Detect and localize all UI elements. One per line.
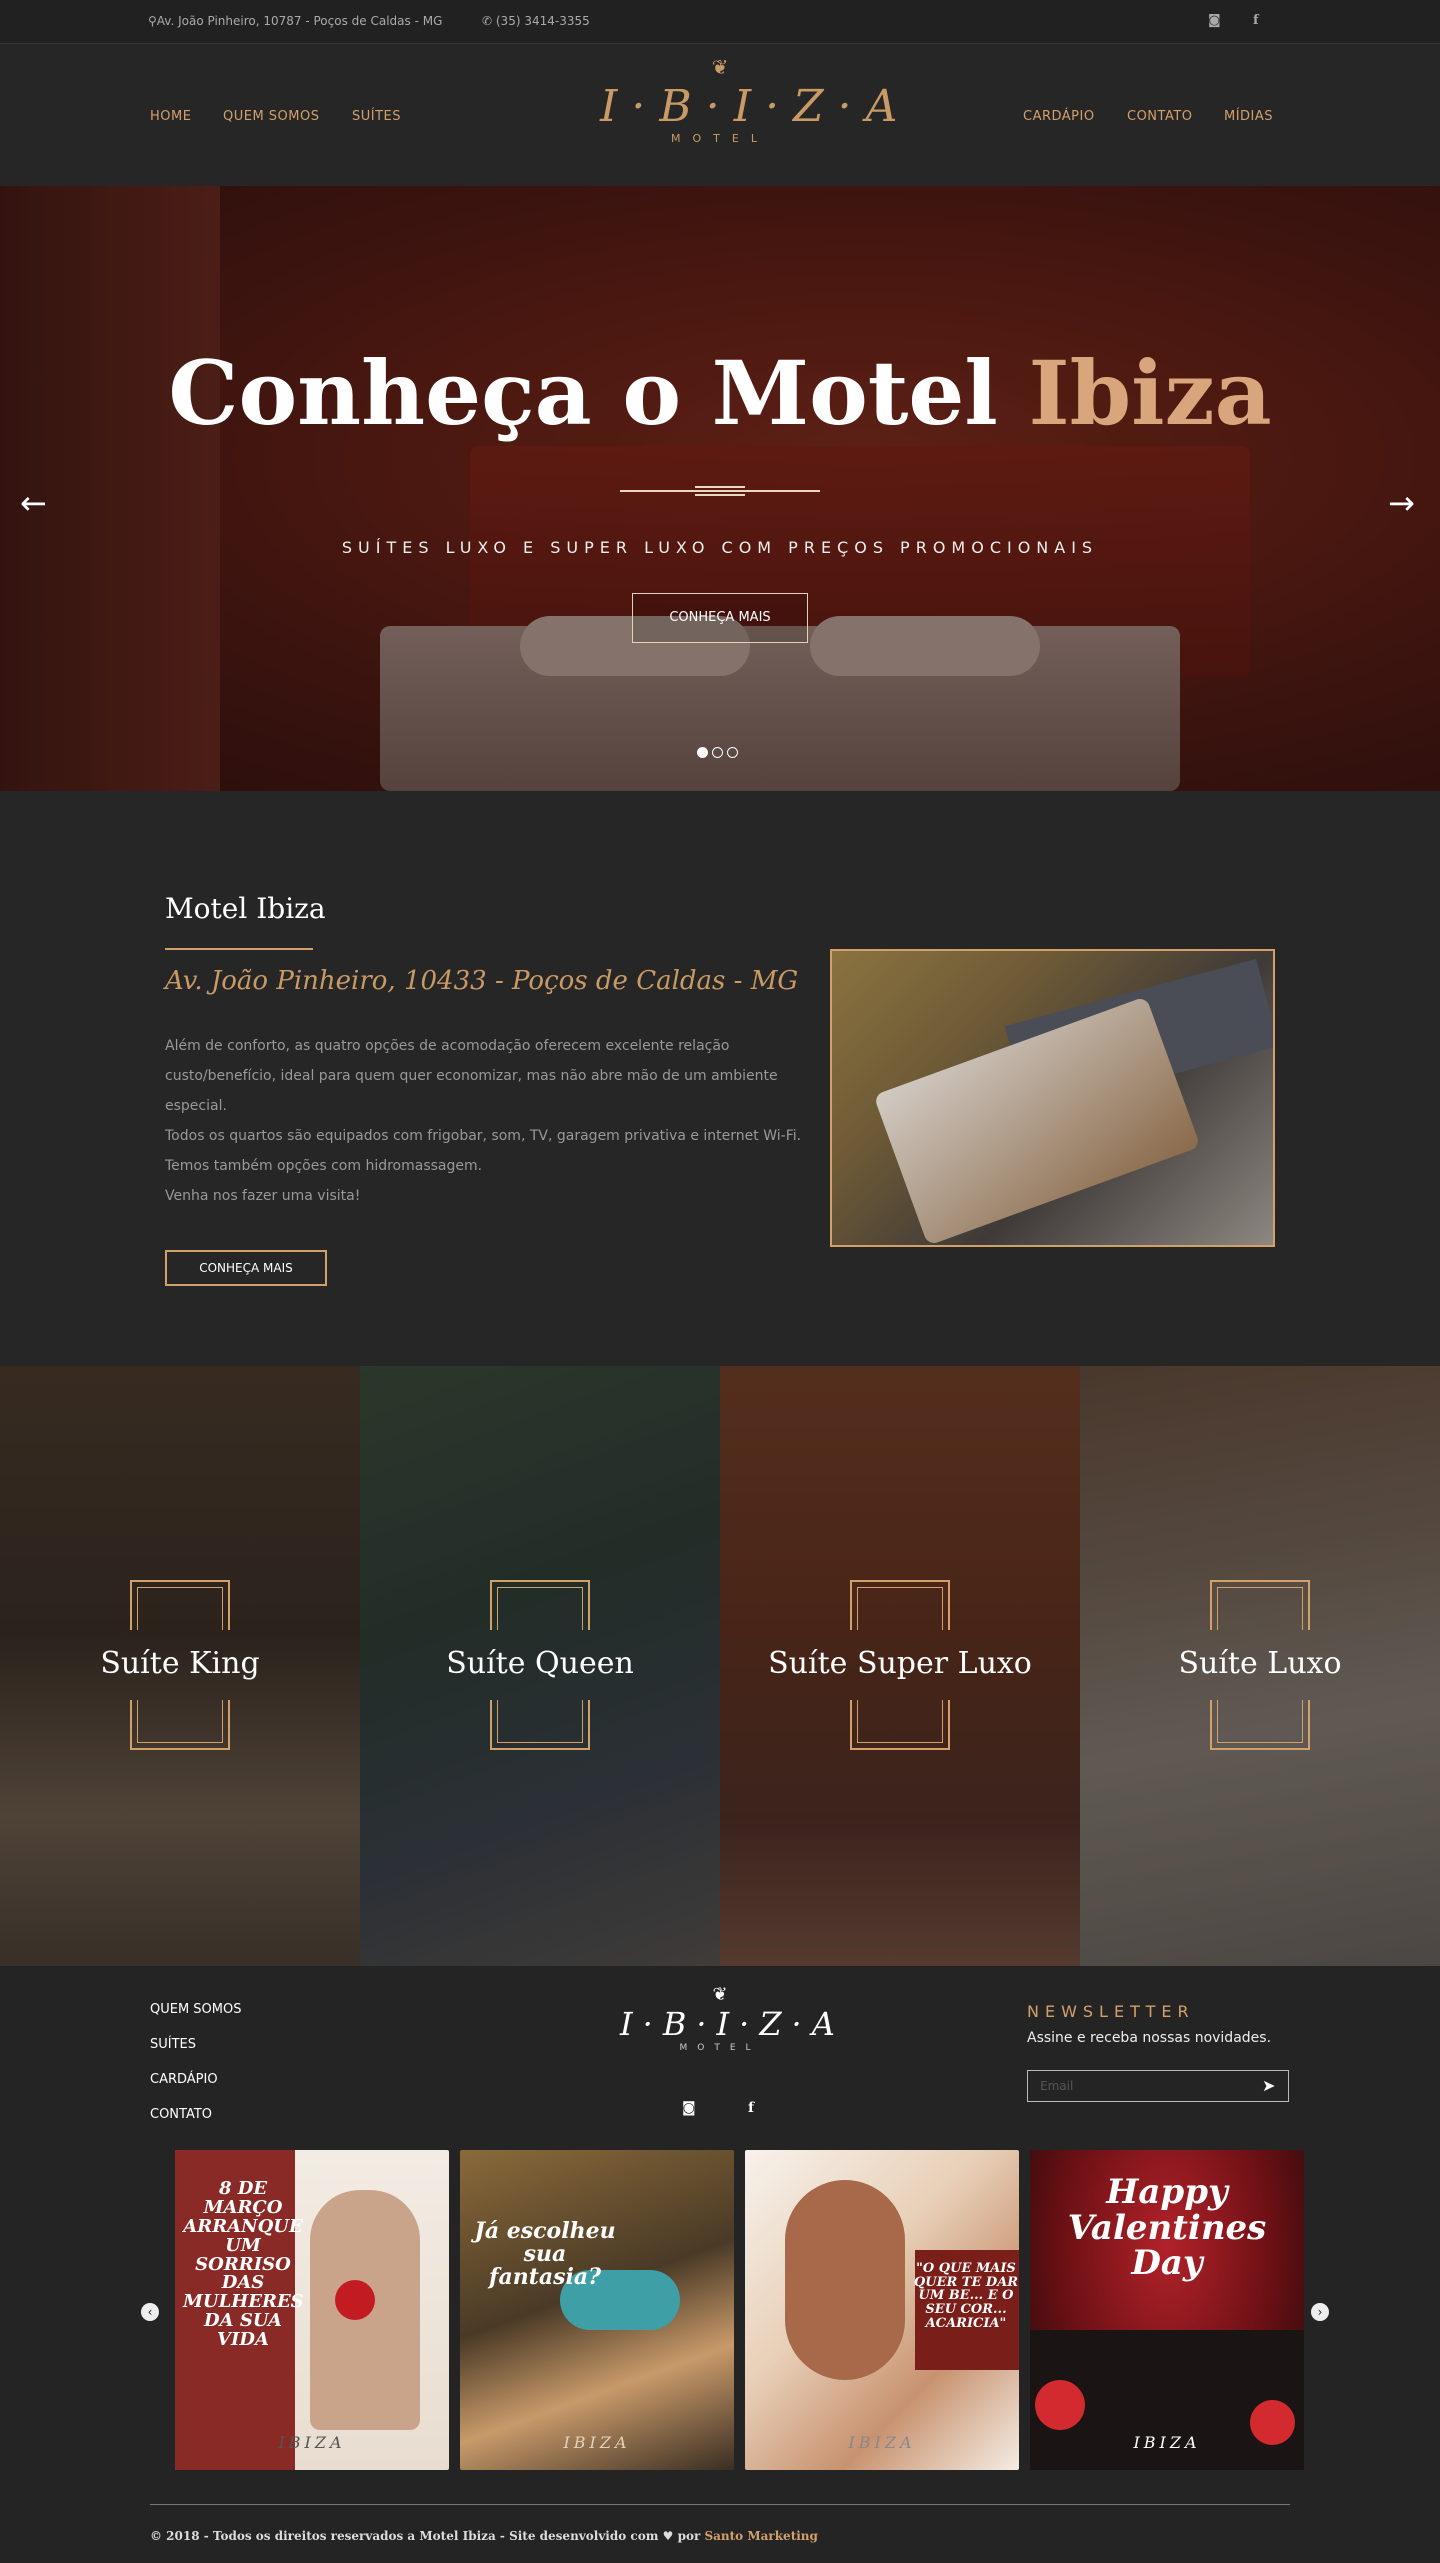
phone-icon: ✆ xyxy=(482,14,496,28)
arrow-left-icon[interactable]: ← xyxy=(20,484,47,522)
footer-link-suites[interactable]: SUÍTES xyxy=(150,2037,196,2052)
developer-link[interactable]: Santo Marketing xyxy=(704,2529,817,2543)
about-underline xyxy=(165,948,313,950)
gallery-item[interactable]: Já escolheu sua fantasia? IBIZA xyxy=(460,2150,734,2470)
nav-contato[interactable]: CONTATO xyxy=(1127,109,1193,124)
nav-home[interactable]: HOME xyxy=(150,109,191,124)
about-section: Motel Ibiza Av. João Pinheiro, 10433 - P… xyxy=(0,791,1440,1366)
newsletter-subtitle: Assine e receba nossas novidades. xyxy=(1027,2030,1272,2046)
about-address: Av. João Pinheiro, 10433 - Poços de Cald… xyxy=(165,966,799,996)
slider-dot[interactable] xyxy=(727,747,738,758)
slider-dots xyxy=(697,743,742,762)
newsletter-email-input[interactable] xyxy=(1027,2070,1289,2102)
gallery-next-icon[interactable]: › xyxy=(1311,2303,1329,2321)
nav-suites[interactable]: SUÍTES xyxy=(352,109,401,124)
suite-name: Suíte Queen xyxy=(446,1646,634,1681)
leaf-icon: ❦ xyxy=(711,55,729,79)
gallery-prev-icon[interactable]: ‹ xyxy=(141,2303,159,2321)
suite-name: Suíte Luxo xyxy=(1178,1646,1342,1681)
arrow-right-icon[interactable]: → xyxy=(1388,484,1415,522)
top-bar: ⚲Av. João Pinheiro, 10787 - Poços de Cal… xyxy=(0,0,1440,44)
topbar-phone[interactable]: ✆ (35) 3414-3355 xyxy=(482,14,590,28)
footer-link-quem-somos[interactable]: QUEM SOMOS xyxy=(150,2002,242,2017)
slider-dot[interactable] xyxy=(712,747,723,758)
heart-icon: ♥ xyxy=(662,2529,674,2543)
site-logo[interactable]: ❦ I·B·I·Z·A MOTEL xyxy=(600,55,897,175)
about-title: Motel Ibiza xyxy=(165,892,326,925)
gallery-item[interactable]: Happy Valentines Day IBIZA xyxy=(1030,2150,1304,2470)
send-icon[interactable]: ➤ xyxy=(1262,2076,1275,2095)
suite-name: Suíte King xyxy=(100,1646,260,1681)
gallery-item[interactable]: "O QUE MAIS QUER TE DAR UM BE... E O SEU… xyxy=(745,2150,1019,2470)
nav-cardapio[interactable]: CARDÁPIO xyxy=(1023,109,1095,124)
nav-midias[interactable]: MÍDIAS xyxy=(1224,109,1273,124)
nav-quem-somos[interactable]: QUEM SOMOS xyxy=(223,109,320,124)
gallery-item[interactable]: 8 DE MARÇO ARRANQUE UM SORRISO DAS MULHE… xyxy=(175,2150,449,2470)
suite-card-queen[interactable]: Suíte Queen xyxy=(360,1366,720,1966)
topbar-address: ⚲Av. João Pinheiro, 10787 - Poços de Cal… xyxy=(148,14,443,28)
leaf-icon: ❦ xyxy=(712,1984,728,2005)
footer-divider xyxy=(150,2504,1290,2505)
facebook-icon[interactable]: f xyxy=(748,2100,754,2116)
footer-link-contato[interactable]: CONTATO xyxy=(150,2107,212,2122)
newsletter-title: NEWSLETTER xyxy=(1027,2002,1195,2021)
suite-card-luxo[interactable]: Suíte Luxo xyxy=(1080,1366,1440,1966)
footer: QUEM SOMOS SUÍTES CARDÁPIO CONTATO ❦ I·B… xyxy=(0,1966,1440,2563)
about-photo xyxy=(830,949,1275,1247)
slider-dot[interactable] xyxy=(697,747,708,758)
instagram-icon[interactable]: ◙ xyxy=(1208,13,1221,28)
hero-cta-button[interactable]: CONHEÇA MAIS xyxy=(632,593,808,643)
suites-grid: Suíte King Suíte Queen Suíte Super Luxo … xyxy=(0,1366,1440,1966)
about-more-button[interactable]: CONHEÇA MAIS xyxy=(165,1250,327,1286)
instagram-icon[interactable]: ◙ xyxy=(682,2100,696,2116)
suite-card-super-luxo[interactable]: Suíte Super Luxo xyxy=(720,1366,1080,1966)
about-text: Além de conforto, as quatro opções de ac… xyxy=(165,1038,802,1204)
map-pin-icon: ⚲ xyxy=(148,14,157,28)
footer-link-cardapio[interactable]: CARDÁPIO xyxy=(150,2072,218,2087)
suite-card-king[interactable]: Suíte King xyxy=(0,1366,360,1966)
suite-name: Suíte Super Luxo xyxy=(768,1646,1032,1681)
copyright: © 2018 - Todos os direitos reservados a … xyxy=(150,2529,818,2543)
main-header: HOME QUEM SOMOS SUÍTES ❦ I·B·I·Z·A MOTEL… xyxy=(0,45,1440,186)
hero-divider xyxy=(620,486,820,496)
footer-logo[interactable]: ❦ I·B·I·Z·A MOTEL xyxy=(620,1984,835,2053)
hero-subtitle: SUÍTES LUXO E SUPER LUXO COM PREÇOS PROM… xyxy=(341,538,1099,557)
hero-title: Conheça o Motel Ibiza xyxy=(168,341,1272,445)
facebook-icon[interactable]: f xyxy=(1253,13,1259,28)
hero-slider: Conheça o Motel Ibiza SUÍTES LUXO E SUPE… xyxy=(0,186,1440,791)
